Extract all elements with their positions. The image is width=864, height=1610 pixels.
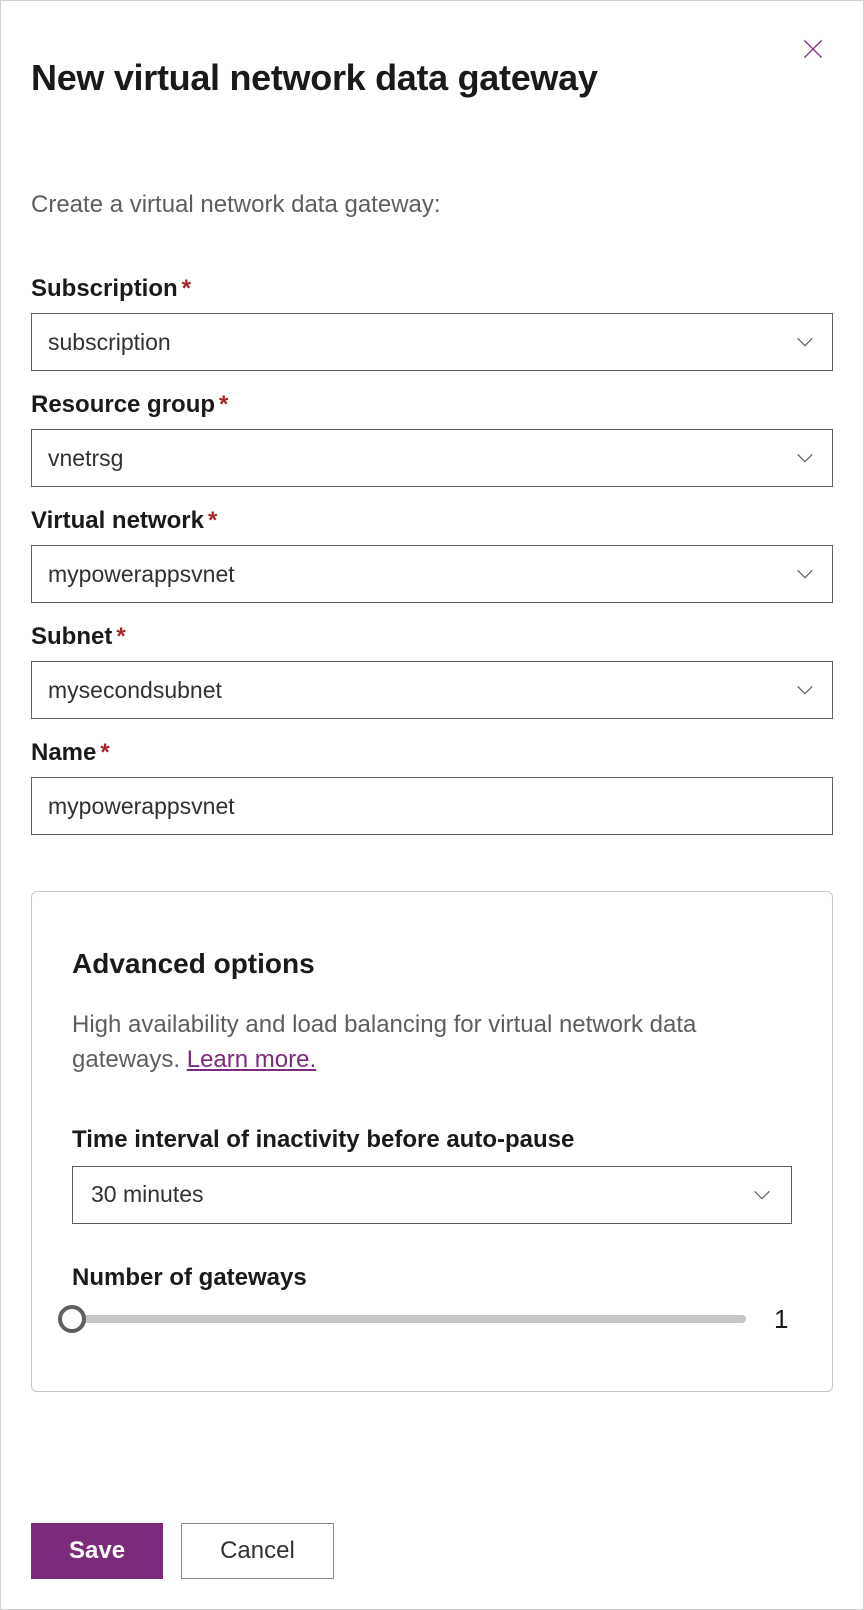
gateways-label: Number of gateways: [72, 1264, 792, 1292]
subnet-label: Subnet*: [31, 623, 833, 651]
virtual-network-value: mypowerappsvnet: [48, 561, 235, 588]
resource-group-label: Resource group*: [31, 391, 833, 419]
inactivity-select[interactable]: 30 minutes: [72, 1166, 792, 1224]
gateways-value: 1: [774, 1304, 792, 1335]
chevron-down-icon: [794, 447, 816, 469]
gateways-slider[interactable]: [72, 1315, 746, 1323]
subnet-field: Subnet* mysecondsubnet: [31, 623, 833, 719]
subscription-label-text: Subscription: [31, 275, 178, 302]
inactivity-label: Time interval of inactivity before auto-…: [72, 1126, 792, 1154]
required-asterisk: *: [100, 739, 109, 766]
inactivity-value: 30 minutes: [91, 1181, 204, 1208]
required-asterisk: *: [182, 275, 191, 302]
advanced-options-card: Advanced options High availability and l…: [31, 891, 833, 1392]
subscription-label: Subscription*: [31, 275, 833, 303]
panel-subtitle: Create a virtual network data gateway:: [31, 191, 833, 219]
subnet-value: mysecondsubnet: [48, 677, 222, 704]
advanced-options-title: Advanced options: [72, 948, 792, 980]
required-asterisk: *: [116, 623, 125, 650]
subscription-field: Subscription* subscription: [31, 275, 833, 371]
chevron-down-icon: [794, 331, 816, 353]
chevron-down-icon: [794, 679, 816, 701]
subscription-value: subscription: [48, 329, 171, 356]
required-asterisk: *: [219, 391, 228, 418]
resource-group-field: Resource group* vnetrsg: [31, 391, 833, 487]
close-button[interactable]: [797, 33, 829, 65]
subnet-label-text: Subnet: [31, 623, 112, 650]
name-label-text: Name: [31, 739, 96, 766]
chevron-down-icon: [751, 1184, 773, 1206]
learn-more-link[interactable]: Learn more.: [187, 1046, 316, 1073]
virtual-network-select[interactable]: mypowerappsvnet: [31, 545, 833, 603]
slider-thumb[interactable]: [58, 1305, 86, 1333]
subnet-select[interactable]: mysecondsubnet: [31, 661, 833, 719]
subscription-select[interactable]: subscription: [31, 313, 833, 371]
resource-group-value: vnetrsg: [48, 445, 123, 472]
virtual-network-label-text: Virtual network: [31, 507, 204, 534]
virtual-network-label: Virtual network*: [31, 507, 833, 535]
gateways-slider-row: 1: [72, 1304, 792, 1335]
name-label: Name*: [31, 739, 833, 767]
name-field: Name* mypowerappsvnet: [31, 739, 833, 835]
advanced-desc-text: High availability and load balancing for…: [72, 1011, 696, 1073]
panel-footer: Save Cancel: [31, 1483, 833, 1579]
close-icon: [800, 36, 826, 62]
save-button[interactable]: Save: [31, 1523, 163, 1579]
advanced-options-description: High availability and load balancing for…: [72, 1008, 792, 1078]
name-input[interactable]: mypowerappsvnet: [31, 777, 833, 835]
new-vnet-gateway-panel: New virtual network data gateway Create …: [1, 1, 863, 1609]
chevron-down-icon: [794, 563, 816, 585]
resource-group-select[interactable]: vnetrsg: [31, 429, 833, 487]
name-value: mypowerappsvnet: [48, 793, 235, 820]
resource-group-label-text: Resource group: [31, 391, 215, 418]
virtual-network-field: Virtual network* mypowerappsvnet: [31, 507, 833, 603]
panel-title: New virtual network data gateway: [31, 57, 833, 99]
required-asterisk: *: [208, 507, 217, 534]
cancel-button[interactable]: Cancel: [181, 1523, 334, 1579]
